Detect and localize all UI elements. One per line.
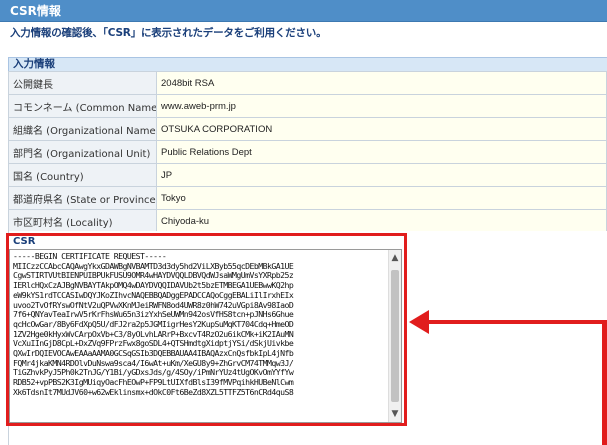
row-value: Public Relations Dept [156, 140, 607, 164]
input-info-table: 公開鍵長 2048bit RSA コモンネーム (Common Name) ww… [8, 71, 607, 233]
row-label: 部門名 (Organizational Unit) [8, 140, 157, 164]
scroll-down-arrow-icon[interactable]: ▼ [389, 406, 401, 422]
row-label: 都道府県名 (State or Province) [8, 186, 157, 210]
row-value: 2048bit RSA [156, 71, 607, 95]
row-value: OTSUKA CORPORATION [156, 117, 607, 141]
row-value: Tokyo [156, 186, 607, 210]
csr-scrollbar[interactable]: ▲ ▼ [388, 250, 401, 422]
scroll-up-arrow-icon[interactable]: ▲ [389, 250, 401, 266]
row-label: コモンネーム (Common Name) [8, 94, 157, 118]
csr-info-page: CSR情報 入力情報の確認後、「CSR」に表示されたデータをご利用ください。 入… [0, 0, 607, 445]
row-label: 市区町村名 (Locality) [8, 209, 157, 233]
row-value: Chiyoda-ku [156, 209, 607, 233]
page-title: CSR情報 [0, 0, 607, 22]
row-label: 組織名 (Organizational Name) [8, 117, 157, 141]
scrollbar-thumb[interactable] [391, 270, 399, 402]
table-row-common-name: コモンネーム (Common Name) www.aweb-prm.jp [8, 94, 607, 118]
row-label: 公開鍵長 [8, 71, 157, 95]
csr-label: CSR [13, 236, 36, 247]
arrow-head-icon [409, 310, 429, 334]
table-row-organization: 組織名 (Organizational Name) OTSUKA CORPORA… [8, 117, 607, 141]
pointer-arrow-line [427, 320, 607, 324]
table-row-locality: 市区町村名 (Locality) Chiyoda-ku [8, 209, 607, 233]
input-info-section-header: 入力情報 [8, 57, 607, 71]
table-row-key-length: 公開鍵長 2048bit RSA [8, 71, 607, 95]
row-value: JP [156, 163, 607, 187]
table-row-organizational-unit: 部門名 (Organizational Unit) Public Relatio… [8, 140, 607, 164]
pointer-arrow-stem [602, 320, 607, 445]
instruction-text: 入力情報の確認後、「CSR」に表示されたデータをご利用ください。 [10, 27, 327, 39]
csr-text[interactable]: -----BEGIN CERTIFICATE REQUEST----- MIIC… [13, 252, 387, 422]
table-row-country: 国名 (Country) JP [8, 163, 607, 187]
row-value: www.aweb-prm.jp [156, 94, 607, 118]
csr-textarea[interactable]: -----BEGIN CERTIFICATE REQUEST----- MIIC… [9, 249, 402, 423]
table-row-state: 都道府県名 (State or Province) Tokyo [8, 186, 607, 210]
row-label: 国名 (Country) [8, 163, 157, 187]
